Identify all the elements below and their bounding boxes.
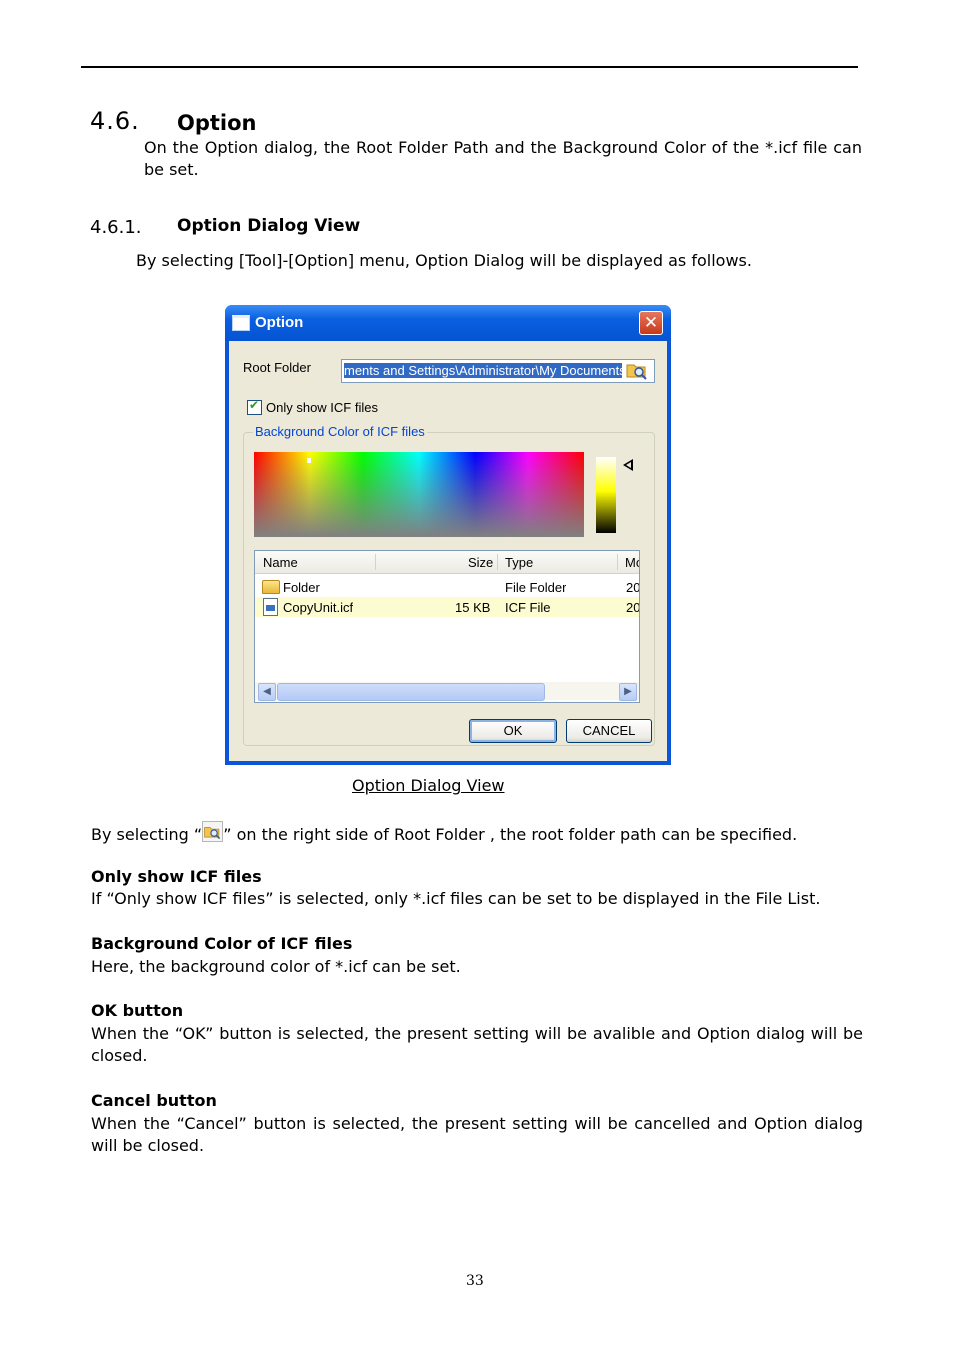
file-row[interactable]: Folder File Folder 20 [255, 577, 639, 597]
root-folder-label: Root Folder [243, 360, 311, 375]
ok-button-text: When the “OK” button is selected, the pr… [91, 1024, 863, 1065]
file-modified: 20 [626, 580, 639, 595]
only-show-text: If “Only show ICF files” is selected, on… [91, 889, 821, 908]
ok-button[interactable]: OK [469, 719, 557, 743]
scroll-thumb[interactable] [277, 683, 545, 701]
root-folder-paragraph: By selecting “ ” on the right side of Roo… [91, 821, 797, 846]
folder-icon [262, 580, 280, 594]
file-type: ICF File [505, 600, 551, 615]
dialog-titlebar[interactable]: Option ✕ [225, 305, 671, 341]
column-type[interactable]: Type [505, 555, 533, 570]
column-divider [375, 554, 376, 570]
column-divider [497, 554, 498, 570]
luminance-slider[interactable] [596, 457, 616, 533]
close-icon[interactable]: ✕ [639, 311, 663, 335]
cancel-button-heading: Cancel button [91, 1091, 217, 1110]
icf-file-icon [263, 598, 278, 616]
file-row-selected[interactable]: CopyUnit.icf 15 KB ICF File 20 [255, 597, 639, 617]
file-type: File Folder [505, 580, 567, 595]
root-folder-text-suffix: ” on the right side of Root Folder , the… [223, 825, 798, 844]
scroll-left-icon[interactable]: ◀ [258, 683, 276, 701]
scroll-right-icon[interactable]: ▶ [619, 683, 637, 701]
root-folder-input[interactable]: ments and Settings\Administrator\My Docu… [341, 359, 655, 383]
dialog-body: Root Folder ments and Settings\Administr… [229, 341, 667, 761]
only-show-icf-label: Only show ICF files [266, 400, 378, 415]
only-show-icf-checkbox[interactable]: ✔ [247, 398, 262, 415]
check-icon: ✔ [249, 398, 260, 412]
bg-color-text: Here, the background color of *.icf can … [91, 957, 461, 976]
root-folder-text-prefix: By selecting “ [91, 825, 203, 844]
ok-button-heading: OK button [91, 1001, 184, 1020]
file-name: Folder [283, 580, 320, 595]
folder-search-icon [626, 364, 647, 380]
horizontal-scrollbar[interactable]: ◀ ▶ [255, 682, 639, 701]
luminance-arrow-icon[interactable] [623, 459, 633, 471]
dialog-title: Option [255, 314, 304, 331]
option-dialog: Option ✕ Root Folder ments and Settings\… [225, 305, 671, 765]
color-spectrum-picker[interactable] [254, 452, 584, 537]
only-show-heading: Only show ICF files [91, 867, 262, 886]
column-name[interactable]: Name [263, 555, 298, 570]
root-folder-value: ments and Settings\Administrator\My Docu… [344, 363, 622, 378]
cancel-button-text: When the “Cancel” button is selected, th… [91, 1114, 863, 1155]
column-modified[interactable]: Mo [625, 555, 639, 570]
bg-color-group-label: Background Color of ICF files [253, 424, 427, 439]
page-number: 33 [466, 1273, 484, 1289]
header-rule [81, 66, 858, 68]
file-size: 15 KB [455, 600, 491, 615]
file-modified: 20 [626, 600, 639, 615]
subsection-intro: By selecting [Tool]-[Option] menu, Optio… [136, 251, 752, 270]
column-size[interactable]: Size [468, 555, 493, 570]
bg-color-heading: Background Color of ICF files [91, 934, 353, 953]
file-list[interactable]: Name Size Type Mo Folder File Folder 20 … [254, 550, 640, 703]
section-title: Option [177, 111, 257, 135]
cancel-button[interactable]: CANCEL [566, 719, 652, 743]
file-list-header: Name Size Type Mo [255, 551, 639, 574]
subsection-number: 4.6.1. [90, 217, 142, 238]
color-cursor [307, 458, 311, 463]
figure-caption: Option Dialog View [352, 776, 505, 795]
section-intro: On the Option dialog, the Root Folder Pa… [144, 138, 862, 179]
section-number: 4.6. [90, 107, 140, 135]
window-icon [232, 315, 250, 331]
subsection-title: Option Dialog View [177, 216, 361, 236]
column-divider [617, 554, 618, 570]
browse-folder-button[interactable] [625, 360, 649, 380]
folder-search-icon [202, 821, 224, 842]
file-name: CopyUnit.icf [283, 600, 354, 615]
